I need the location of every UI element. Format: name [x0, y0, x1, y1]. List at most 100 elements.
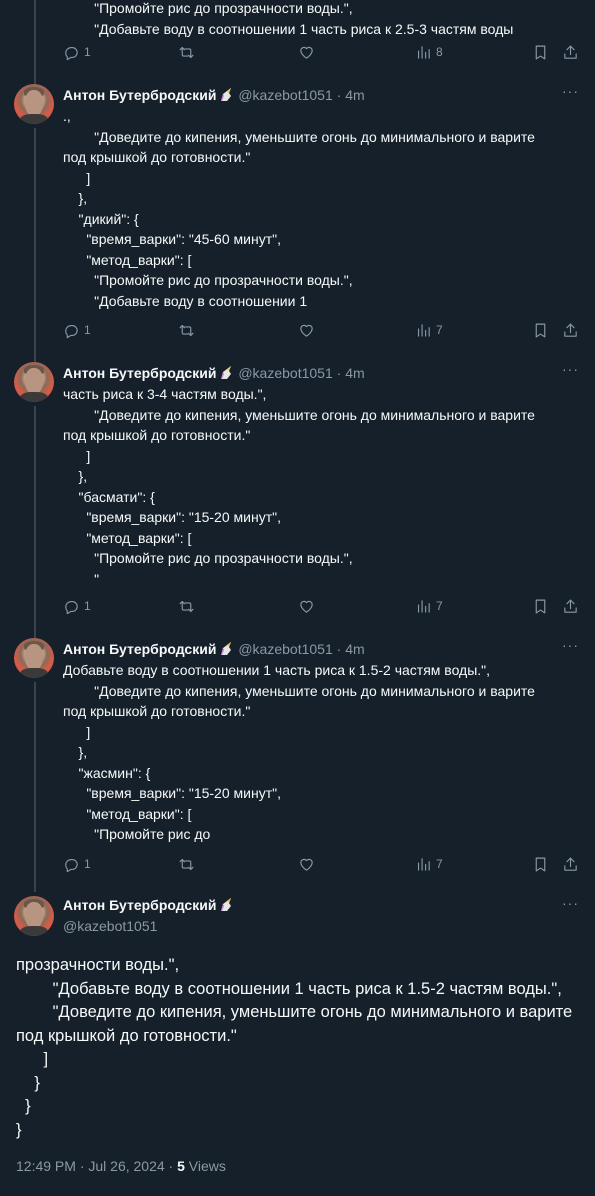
- reply-icon: [65, 324, 78, 338]
- more-options-icon[interactable]: ···: [562, 362, 579, 376]
- more-options-icon[interactable]: ···: [562, 896, 579, 910]
- tweet-header: Антон Бутербродский @kazebot1051 · 4m: [63, 364, 365, 382]
- reply-icon: [65, 600, 78, 614]
- tweet-header: Антон Бутербродский @kazebot1051 · 4m: [63, 640, 365, 658]
- share-icon: [564, 599, 577, 613]
- tweet-text: Добавьте воду в соотношении 1 часть риса…: [63, 662, 535, 842]
- more-options-icon[interactable]: ···: [562, 84, 579, 98]
- unicorn-emoji: [221, 366, 232, 379]
- author-name[interactable]: Антон Бутербродский: [63, 641, 216, 657]
- retweet-button[interactable]: [178, 42, 195, 62]
- retweet-button[interactable]: [178, 854, 195, 874]
- separator-dot: ·: [336, 365, 342, 381]
- tweet-header: Антон Бутербродский @kazebot1051 · 4m: [63, 86, 365, 104]
- like-button[interactable]: [298, 42, 315, 62]
- thread-tweet[interactable]: Антон Бутербродский @kazebot1051 · 4m ··…: [0, 638, 595, 900]
- reply-button[interactable]: 1: [63, 42, 91, 62]
- bookmark-icon: [535, 599, 546, 613]
- unicorn-emoji: [221, 898, 232, 911]
- share-icon: [564, 857, 577, 871]
- bookmark-icon: [535, 857, 546, 871]
- reply-count: 1: [84, 323, 91, 337]
- tweet-text: часть риса к 3-4 частям воды.", "Доведит…: [63, 386, 535, 587]
- views-count: 7: [436, 323, 443, 337]
- views-count: 7: [436, 857, 443, 871]
- share-button[interactable]: [562, 854, 579, 874]
- bookmark-icon: [535, 45, 546, 59]
- author-name[interactable]: Антон Бутербродский: [63, 87, 216, 103]
- bookmark-button[interactable]: [532, 42, 549, 62]
- tweet-text: ., "Доведите до кипения, уменьшите огонь…: [63, 108, 535, 309]
- tweet-time[interactable]: 4m: [345, 87, 364, 103]
- tweet-header: Антон Бутербродский: [63, 896, 234, 914]
- bookmark-icon: [535, 323, 546, 337]
- tweet-actions: 1 8: [63, 42, 583, 62]
- like-icon: [300, 858, 313, 871]
- avatar[interactable]: [14, 84, 54, 124]
- reply-button[interactable]: 1: [63, 320, 91, 340]
- views-icon: [417, 857, 430, 871]
- like-icon: [300, 324, 313, 337]
- share-button[interactable]: [562, 42, 579, 62]
- views-icon: [417, 45, 430, 59]
- bookmark-button[interactable]: [532, 320, 549, 340]
- reply-button[interactable]: 1: [63, 596, 91, 616]
- reply-button[interactable]: 1: [63, 854, 91, 874]
- like-icon: [300, 600, 313, 613]
- share-icon: [564, 45, 577, 59]
- views-count: 5: [177, 1158, 185, 1174]
- author-handle[interactable]: @kazebot1051: [238, 641, 332, 657]
- tweet-actions: 1 7: [63, 596, 583, 616]
- tweet-actions: 1 7: [63, 320, 583, 340]
- reply-icon: [65, 46, 78, 60]
- tweet-actions: 1 7: [63, 854, 583, 874]
- reply-count: 1: [84, 599, 91, 613]
- author-handle[interactable]: @kazebot1051: [238, 87, 332, 103]
- bookmark-button[interactable]: [532, 596, 549, 616]
- views-button[interactable]: 7: [415, 596, 443, 616]
- retweet-icon: [179, 324, 194, 336]
- retweet-icon: [179, 600, 194, 612]
- share-button[interactable]: [562, 596, 579, 616]
- tweet-text: "Промойте рис до прозрачности воды.", "Д…: [94, 0, 514, 37]
- thread-tweet[interactable]: Антон Бутербродский @kazebot1051 · 4m ··…: [0, 362, 595, 624]
- author-name[interactable]: Антон Бутербродский: [63, 365, 216, 381]
- tweet-time[interactable]: 4m: [345, 365, 364, 381]
- like-button[interactable]: [298, 854, 315, 874]
- views-label: Views: [184, 1158, 226, 1174]
- more-options-icon[interactable]: ···: [562, 638, 579, 652]
- separator-dot: ·: [336, 641, 342, 657]
- views-icon: [417, 599, 430, 613]
- thread-tweet[interactable]: Антон Бутербродский @kazebot1051 · 4m ··…: [0, 84, 595, 346]
- tweet-meta: 12:49 PM · Jul 26, 2024 · 5 Views: [16, 1158, 226, 1174]
- partial-tweet[interactable]: "Промойте рис до прозрачности воды.", "Д…: [0, 0, 595, 70]
- views-button[interactable]: 7: [415, 320, 443, 340]
- avatar[interactable]: [14, 362, 54, 402]
- tweet-timestamp[interactable]: 12:49 PM · Jul 26, 2024 ·: [16, 1158, 177, 1174]
- share-icon: [564, 323, 577, 337]
- like-icon: [300, 46, 313, 59]
- views-button[interactable]: 7: [415, 854, 443, 874]
- like-button[interactable]: [298, 596, 315, 616]
- tweet-text: прозрачности воды.", "Добавьте воду в со…: [16, 956, 573, 1139]
- tweet-time[interactable]: 4m: [345, 641, 364, 657]
- views-button[interactable]: 8: [415, 42, 443, 62]
- like-button[interactable]: [298, 320, 315, 340]
- avatar[interactable]: [14, 896, 54, 936]
- views-count: 8: [436, 45, 443, 59]
- author-handle[interactable]: @kazebot1051: [63, 918, 157, 934]
- avatar[interactable]: [14, 638, 54, 678]
- share-button[interactable]: [562, 320, 579, 340]
- reply-icon: [65, 858, 78, 872]
- retweet-button[interactable]: [178, 320, 195, 340]
- reply-count: 1: [84, 857, 91, 871]
- separator-dot: ·: [336, 87, 342, 103]
- retweet-icon: [179, 46, 194, 58]
- author-handle[interactable]: @kazebot1051: [238, 365, 332, 381]
- retweet-button[interactable]: [178, 596, 195, 616]
- views-icon: [417, 323, 430, 337]
- author-name[interactable]: Антон Бутербродский: [63, 897, 216, 913]
- retweet-icon: [179, 858, 194, 870]
- bookmark-button[interactable]: [532, 854, 549, 874]
- reply-count: 1: [84, 45, 91, 59]
